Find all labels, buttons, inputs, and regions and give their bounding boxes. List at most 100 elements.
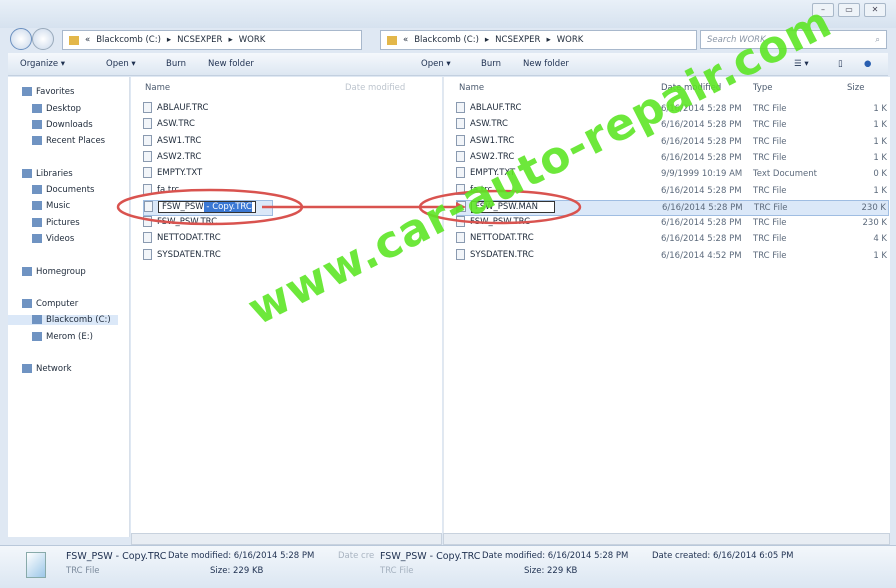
burn-button-right[interactable]: Burn [481,59,501,69]
burn-button[interactable]: Burn [166,59,186,69]
file-name: ASW.TRC [470,119,508,130]
nav-item-merom-e-[interactable]: Merom (E:) [32,332,93,342]
nav-item-videos[interactable]: Videos [32,234,74,244]
file-row[interactable]: FSW_PSW - Copy.TRC [143,199,273,216]
file-date: 9/9/1999 10:19 AM [661,169,743,180]
breadcrumb-segment[interactable]: ▸ [228,35,232,45]
file-row[interactable]: ABLAUF.TRC 6/16/2014 5:28 PM TRC File 1 K [456,102,889,118]
breadcrumb-segment[interactable]: NCSEXPER [177,35,222,45]
detail-size-right: Size: 229 KB [524,566,578,576]
breadcrumb-segment[interactable]: Blackcomb (C:) [414,35,479,45]
file-icon [456,134,465,146]
horizontal-scrollbar-left[interactable] [131,533,442,545]
breadcrumb-segment[interactable]: Blackcomb (C:) [96,35,161,45]
nav-item-pictures[interactable]: Pictures [32,218,80,228]
nav-item-downloads[interactable]: Downloads [32,120,93,130]
forward-button[interactable] [32,28,54,50]
file-row[interactable]: ASW.TRC [143,118,343,134]
open-button[interactable]: Open ▾ [106,59,136,69]
file-type: TRC File [753,218,787,229]
file-row[interactable]: NETTODAT.TRC [143,232,343,248]
file-size: 230 K [862,218,888,229]
drive-icon [32,332,42,341]
file-type: TRC File [754,202,788,213]
nav-item-music[interactable]: Music [32,201,70,211]
preview-pane-icon[interactable]: ▯ [838,59,843,69]
breadcrumb-segment[interactable]: « [403,35,408,45]
file-row[interactable]: ABLAUF.TRC [143,102,343,118]
file-row[interactable]: FSW_PSW.TRC [143,216,343,232]
breadcrumb-segment[interactable]: ▸ [485,35,489,45]
file-name: fa.trc [157,184,180,195]
nav-item-homegroup[interactable]: Homegroup [22,267,86,277]
horizontal-scrollbar-right[interactable] [443,533,890,545]
file-row[interactable]: ASW1.TRC 6/16/2014 5:28 PM TRC File 1 K [456,134,889,151]
column-date[interactable]: Date modified [661,83,721,93]
detail-filename-right: FSW_PSW - Copy.TRC [380,551,481,562]
file-icon [456,150,465,162]
column-size[interactable]: Size [847,83,864,93]
nav-item-recent-places[interactable]: Recent Places [32,136,105,146]
nav-item-favorites[interactable]: Favorites [22,87,74,97]
address-bar-right[interactable]: « Blackcomb (C:) ▸ NCSEXPER ▸ WORK [380,30,697,50]
search-input[interactable]: Search WORK ⌕ [700,30,887,49]
file-row[interactable]: NETTODAT.TRC 6/16/2014 5:28 PM TRC File 4 K [456,232,889,248]
column-name[interactable]: Name [459,83,484,93]
breadcrumb-segment[interactable]: NCSEXPER [495,35,540,45]
open-button-right[interactable]: Open ▾ [421,59,451,69]
file-date: 6/16/2014 4:52 PM [661,250,742,261]
rename-input[interactable]: FSW_PSW - Copy.TRC [158,200,256,213]
file-size: 230 K [861,202,887,213]
column-name[interactable]: Name [145,83,170,93]
title-bar: – ▭ ✕ [0,0,896,28]
breadcrumb-segment[interactable]: ▸ [167,35,171,45]
nav-item-blackcomb-c-[interactable]: Blackcomb (C:) [8,315,118,325]
maximize-button[interactable]: ▭ [838,3,860,17]
rename-base: FSW_PSW [162,201,204,212]
new-folder-button[interactable]: New folder [208,59,254,69]
file-size: 1 K [873,250,887,261]
search-icon[interactable]: ⌕ [875,35,880,45]
help-icon[interactable]: ● [864,59,871,69]
file-date: 6/16/2014 5:28 PM [661,152,742,163]
new-folder-button-right[interactable]: New folder [523,59,569,69]
nav-item-desktop[interactable]: Desktop [32,104,81,114]
breadcrumb-segment[interactable]: « [85,35,90,45]
nav-item-label: Desktop [46,104,82,114]
organize-button[interactable]: Organize ▾ [20,59,65,69]
downloads-icon [32,120,42,129]
file-date: 6/16/2014 5:28 PM [661,218,742,229]
file-row[interactable]: ASW1.TRC [143,134,343,151]
file-size: 1 K [873,152,887,163]
file-row[interactable]: SYSDATEN.TRC 6/16/2014 4:52 PM TRC File 1 K [456,248,889,265]
file-row[interactable]: ASW.TRC 6/16/2014 5:28 PM TRC File 1 K [456,118,889,134]
view-options-icon[interactable]: ☰ ▾ [794,59,809,69]
close-button[interactable]: ✕ [864,3,886,17]
nav-item-libraries[interactable]: Libraries [22,169,73,179]
file-size: 1 K [873,136,887,147]
column-type[interactable]: Type [753,83,773,93]
file-name: SYSDATEN.TRC [157,249,221,260]
nav-item-network[interactable]: Network [22,364,72,374]
back-button[interactable] [10,28,32,50]
file-row[interactable]: FSW_PSW.TRC 6/16/2014 5:28 PM TRC File 230 … [456,216,889,232]
address-bar-left[interactable]: « Blackcomb (C:) ▸ NCSEXPER ▸ WORK [62,30,362,50]
file-row[interactable]: FSW_PSW.MAN 6/16/2014 5:28 PM TRC File 230 … [456,199,889,216]
file-icon [456,102,465,113]
file-row[interactable]: SYSDATEN.TRC [143,248,343,265]
file-row[interactable]: EMPTY.TXT [143,167,343,183]
file-row[interactable]: ASW2.TRC 6/16/2014 5:28 PM TRC File 1 K [456,150,889,167]
breadcrumb-segment[interactable]: ▸ [546,35,550,45]
column-date[interactable]: Date modified [345,83,405,93]
nav-item-computer[interactable]: Computer [22,299,78,309]
breadcrumb-segment[interactable]: WORK [557,35,584,45]
file-row[interactable]: fa.trc 6/16/2014 5:28 PM TRC File 1 K [456,183,889,200]
nav-item-documents[interactable]: Documents [32,185,94,195]
minimize-button[interactable]: – [812,3,834,17]
file-row[interactable]: EMPTY.TXT 9/9/1999 10:19 AM Text Document 0… [456,167,889,183]
file-row[interactable]: fa.trc [143,183,343,200]
file-name: ABLAUF.TRC [157,103,209,113]
file-row[interactable]: ASW2.TRC [143,150,343,167]
breadcrumb-segment[interactable]: WORK [239,35,266,45]
rename-input[interactable]: FSW_PSW.MAN [471,200,555,213]
